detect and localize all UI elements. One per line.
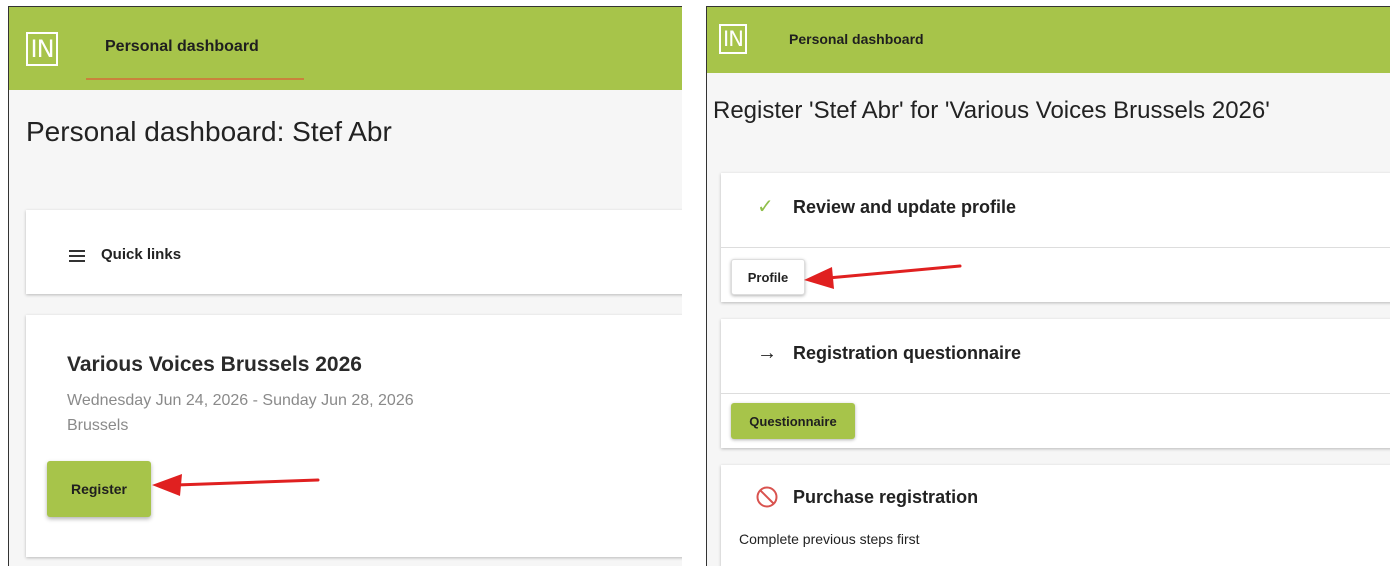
quick-links-card[interactable]: Quick links [26, 210, 682, 294]
top-app-bar: IN Personal dashboard [9, 7, 682, 90]
menu-icon [69, 250, 85, 262]
profile-button[interactable]: Profile [731, 259, 805, 295]
top-app-bar: IN Personal dashboard [707, 7, 1390, 73]
app-logo[interactable]: IN [719, 24, 747, 54]
tab-personal-dashboard[interactable]: Personal dashboard [789, 31, 924, 47]
step-title: Review and update profile [793, 197, 1017, 217]
arrow-right-icon: → [757, 342, 777, 364]
quick-links-label[interactable]: Quick links [101, 246, 181, 263]
event-city: Brussels [67, 417, 129, 434]
divider [721, 393, 1390, 394]
step-review-profile: ✓ Review and update profile Profile [721, 173, 1390, 302]
divider [721, 247, 1390, 248]
register-button[interactable]: Register [47, 461, 151, 517]
tab-personal-dashboard[interactable]: Personal dashboard [105, 38, 259, 56]
step-title: Purchase registration [793, 487, 979, 507]
check-icon: ✓ [757, 196, 774, 218]
registration-panel: IN Personal dashboard Register 'Stef Abr… [706, 6, 1390, 566]
step-registration-questionnaire: → Registration questionnaire Questionnai… [721, 319, 1390, 448]
personal-dashboard-panel: IN Personal dashboard Personal dashboard… [8, 6, 682, 566]
event-card: Various Voices Brussels 2026 Wednesday J… [26, 315, 682, 557]
active-tab-indicator [86, 78, 304, 80]
step-title: Registration questionnaire [793, 343, 1022, 363]
step-purchase-registration: Purchase registration Complete previous … [721, 465, 1390, 566]
page-title: Personal dashboard: Stef Abr [26, 116, 392, 147]
app-logo[interactable]: IN [26, 32, 58, 66]
questionnaire-button[interactable]: Questionnaire [731, 403, 855, 439]
event-title: Various Voices Brussels 2026 [67, 353, 362, 376]
page-title: Register 'Stef Abr' for 'Various Voices … [713, 97, 1270, 124]
event-dates: Wednesday Jun 24, 2026 - Sunday Jun 28, … [67, 392, 414, 409]
blocked-icon [756, 486, 778, 508]
step-note: Complete previous steps first [739, 531, 920, 547]
